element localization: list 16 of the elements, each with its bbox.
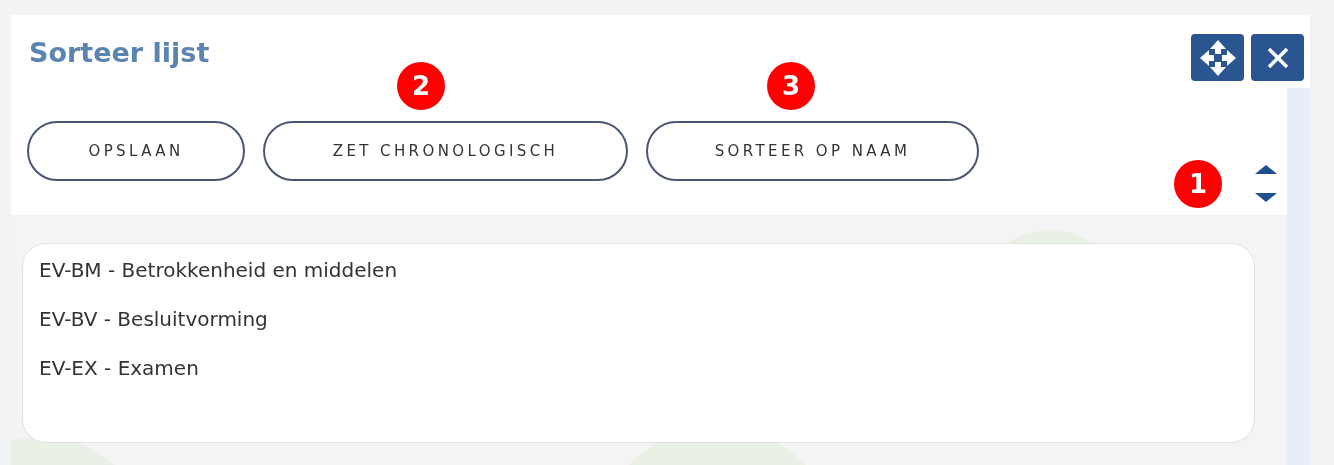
pill-button[interactable]: SORTEER OP NAAM xyxy=(646,121,979,181)
list-item[interactable]: EV-EX - Examen xyxy=(39,354,1238,382)
list-item[interactable]: EV-BM - Betrokkenheid en middelen xyxy=(39,256,1238,284)
move-icon xyxy=(1198,38,1237,77)
dialog-title: Sorteer lijst xyxy=(29,37,210,68)
close-icon xyxy=(1265,45,1290,70)
close-button[interactable] xyxy=(1251,34,1304,81)
scrollbar-track[interactable] xyxy=(1287,88,1310,465)
move-button[interactable] xyxy=(1191,34,1244,81)
pill-button[interactable]: OPSLAAN xyxy=(27,121,245,181)
list-item[interactable]: EV-BV - Besluitvorming xyxy=(39,305,1238,333)
sort-arrows-icon[interactable] xyxy=(1255,165,1277,202)
pill-button[interactable]: ZET CHRONOLOGISCH xyxy=(263,121,628,181)
callout-badge: 2 xyxy=(397,62,445,110)
callout-badge: 3 xyxy=(767,62,815,110)
callout-badge: 1 xyxy=(1174,160,1222,208)
